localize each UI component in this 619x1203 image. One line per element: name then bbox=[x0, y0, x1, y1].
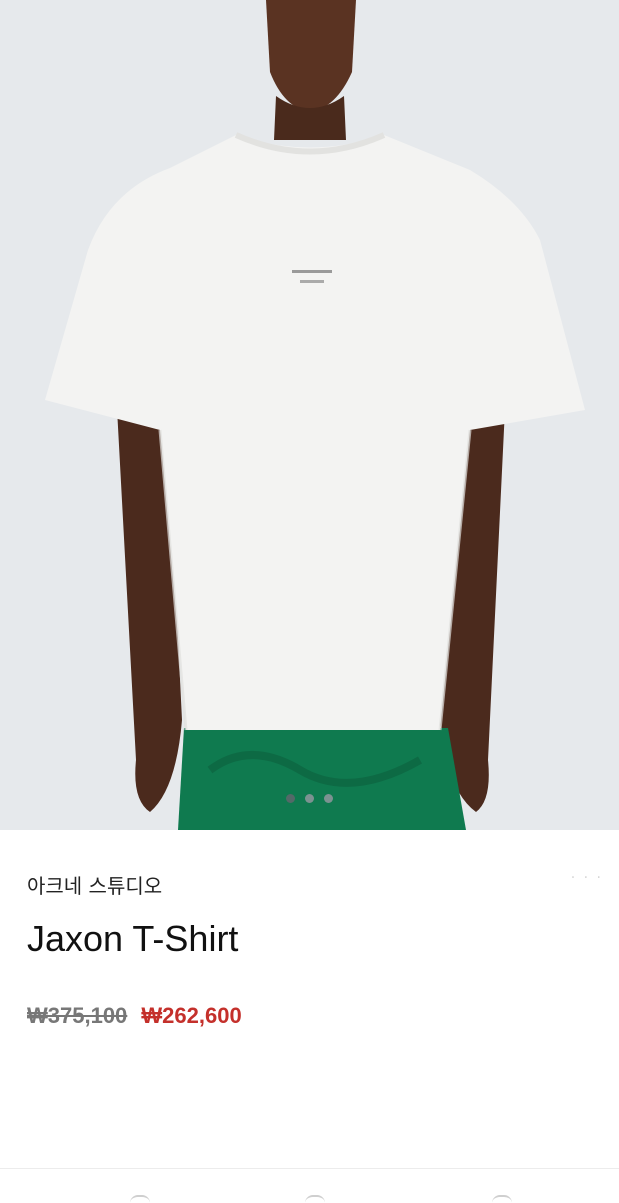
image-dot[interactable] bbox=[286, 794, 295, 803]
image-dot[interactable] bbox=[305, 794, 314, 803]
original-price: ₩375,100 bbox=[27, 1003, 128, 1028]
faded-header-text: · · · bbox=[570, 870, 603, 886]
bottom-nav-icon[interactable] bbox=[492, 1195, 512, 1203]
product-info: 아크네 스튜디오 · · · Jaxon T-Shirt ₩375,100 ₩2… bbox=[0, 830, 619, 1170]
bottom-nav-icon[interactable] bbox=[130, 1195, 150, 1203]
tshirt-print bbox=[292, 270, 332, 273]
product-photo-illustration bbox=[45, 0, 585, 830]
model-face bbox=[266, 0, 356, 112]
sale-price: ₩262,600 bbox=[141, 1003, 242, 1028]
product-name: Jaxon T-Shirt bbox=[27, 918, 239, 959]
bottom-nav-icon[interactable] bbox=[305, 1195, 325, 1203]
price-row: ₩375,100 ₩262,600 bbox=[27, 1003, 242, 1029]
brand-name[interactable]: 아크네 스튜디오 bbox=[27, 870, 162, 899]
product-image[interactable] bbox=[0, 0, 619, 830]
bottom-nav bbox=[0, 1168, 619, 1201]
image-dot[interactable] bbox=[324, 794, 333, 803]
image-pagination bbox=[0, 794, 619, 803]
